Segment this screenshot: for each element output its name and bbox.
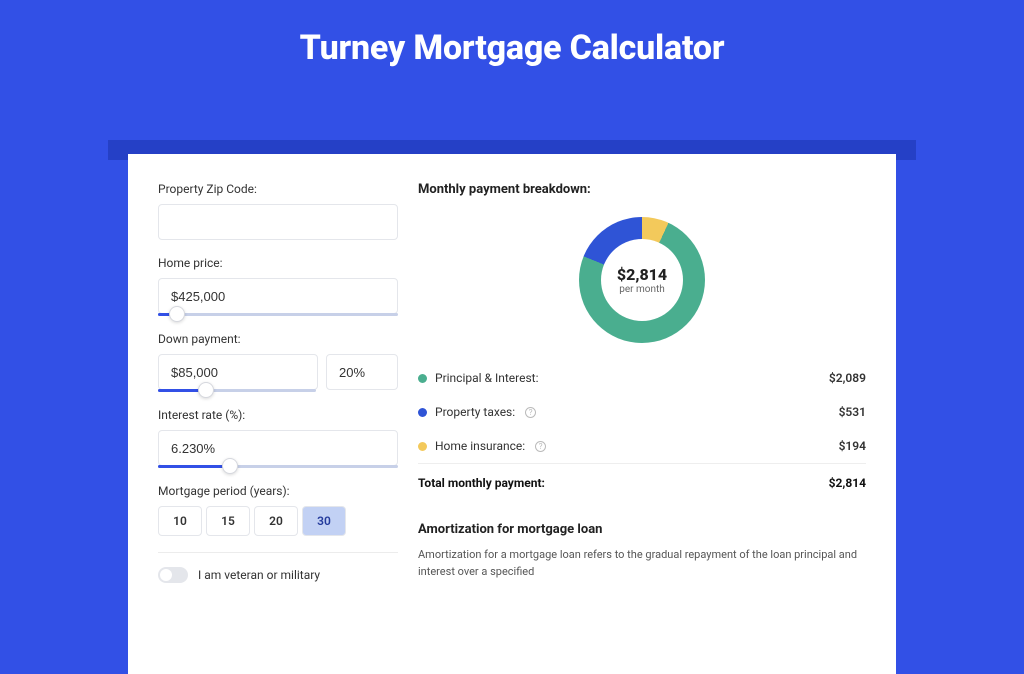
info-icon[interactable]: ? [525,407,536,418]
down-payment-slider[interactable] [158,389,316,392]
down-payment-field-group: Down payment: [158,332,398,392]
period-option-10[interactable]: 10 [158,506,202,536]
donut-center: $2,814 per month [601,239,683,321]
period-field-group: Mortgage period (years): 10 15 20 30 [158,484,398,536]
veteran-label: I am veteran or military [198,568,320,582]
inputs-column: Property Zip Code: Home price: Down paym… [158,182,398,646]
dot-icon [418,408,427,417]
breakdown-column: Monthly payment breakdown: $2,814 per mo… [418,182,866,646]
zip-label: Property Zip Code: [158,182,398,196]
period-option-20[interactable]: 20 [254,506,298,536]
home-price-label: Home price: [158,256,398,270]
period-option-30[interactable]: 30 [302,506,346,536]
calculator-card: Property Zip Code: Home price: Down paym… [128,154,896,674]
home-price-input[interactable] [158,278,398,314]
info-icon[interactable]: ? [535,441,546,452]
interest-rate-label: Interest rate (%): [158,408,398,422]
total-label: Total monthly payment: [418,476,545,490]
veteran-toggle-row: I am veteran or military [158,552,398,583]
breakdown-title: Monthly payment breakdown: [418,182,866,197]
breakdown-value-taxes: $531 [839,405,866,419]
page-title: Turney Mortgage Calculator [0,0,1024,92]
breakdown-row-insurance: Home insurance: ? $194 [418,429,866,463]
home-price-field-group: Home price: [158,256,398,316]
down-payment-label: Down payment: [158,332,398,346]
zip-input[interactable] [158,204,398,240]
interest-rate-slider[interactable] [158,465,398,468]
amortization-section: Amortization for mortgage loan Amortizat… [418,522,866,580]
donut-value: $2,814 [617,265,667,284]
amortization-text: Amortization for a mortgage loan refers … [418,547,866,580]
amortization-title: Amortization for mortgage loan [418,522,866,537]
veteran-toggle[interactable] [158,567,188,583]
down-payment-slider-thumb[interactable] [198,382,214,398]
dot-icon [418,442,427,451]
interest-rate-slider-thumb[interactable] [222,458,238,474]
interest-rate-input[interactable] [158,430,398,466]
breakdown-value-pi: $2,089 [829,371,866,385]
period-option-15[interactable]: 15 [206,506,250,536]
breakdown-total-row: Total monthly payment: $2,814 [418,463,866,502]
interest-rate-field-group: Interest rate (%): [158,408,398,468]
breakdown-label-insurance: Home insurance: [435,439,525,453]
breakdown-label-pi: Principal & Interest: [435,371,539,385]
dot-icon [418,374,427,383]
home-price-slider-thumb[interactable] [169,306,185,322]
donut-sub: per month [619,284,665,295]
breakdown-value-insurance: $194 [839,439,866,453]
payment-donut-chart: $2,814 per month [579,217,705,343]
breakdown-label-taxes: Property taxes: [435,405,515,419]
breakdown-row-taxes: Property taxes: ? $531 [418,395,866,429]
home-price-slider[interactable] [158,313,398,316]
period-options: 10 15 20 30 [158,506,398,536]
period-label: Mortgage period (years): [158,484,398,498]
total-value: $2,814 [829,476,866,490]
zip-field-group: Property Zip Code: [158,182,398,240]
down-payment-amount-input[interactable] [158,354,318,390]
toggle-knob [160,569,172,581]
down-payment-percent-input[interactable] [326,354,398,390]
breakdown-row-pi: Principal & Interest: $2,089 [418,361,866,395]
